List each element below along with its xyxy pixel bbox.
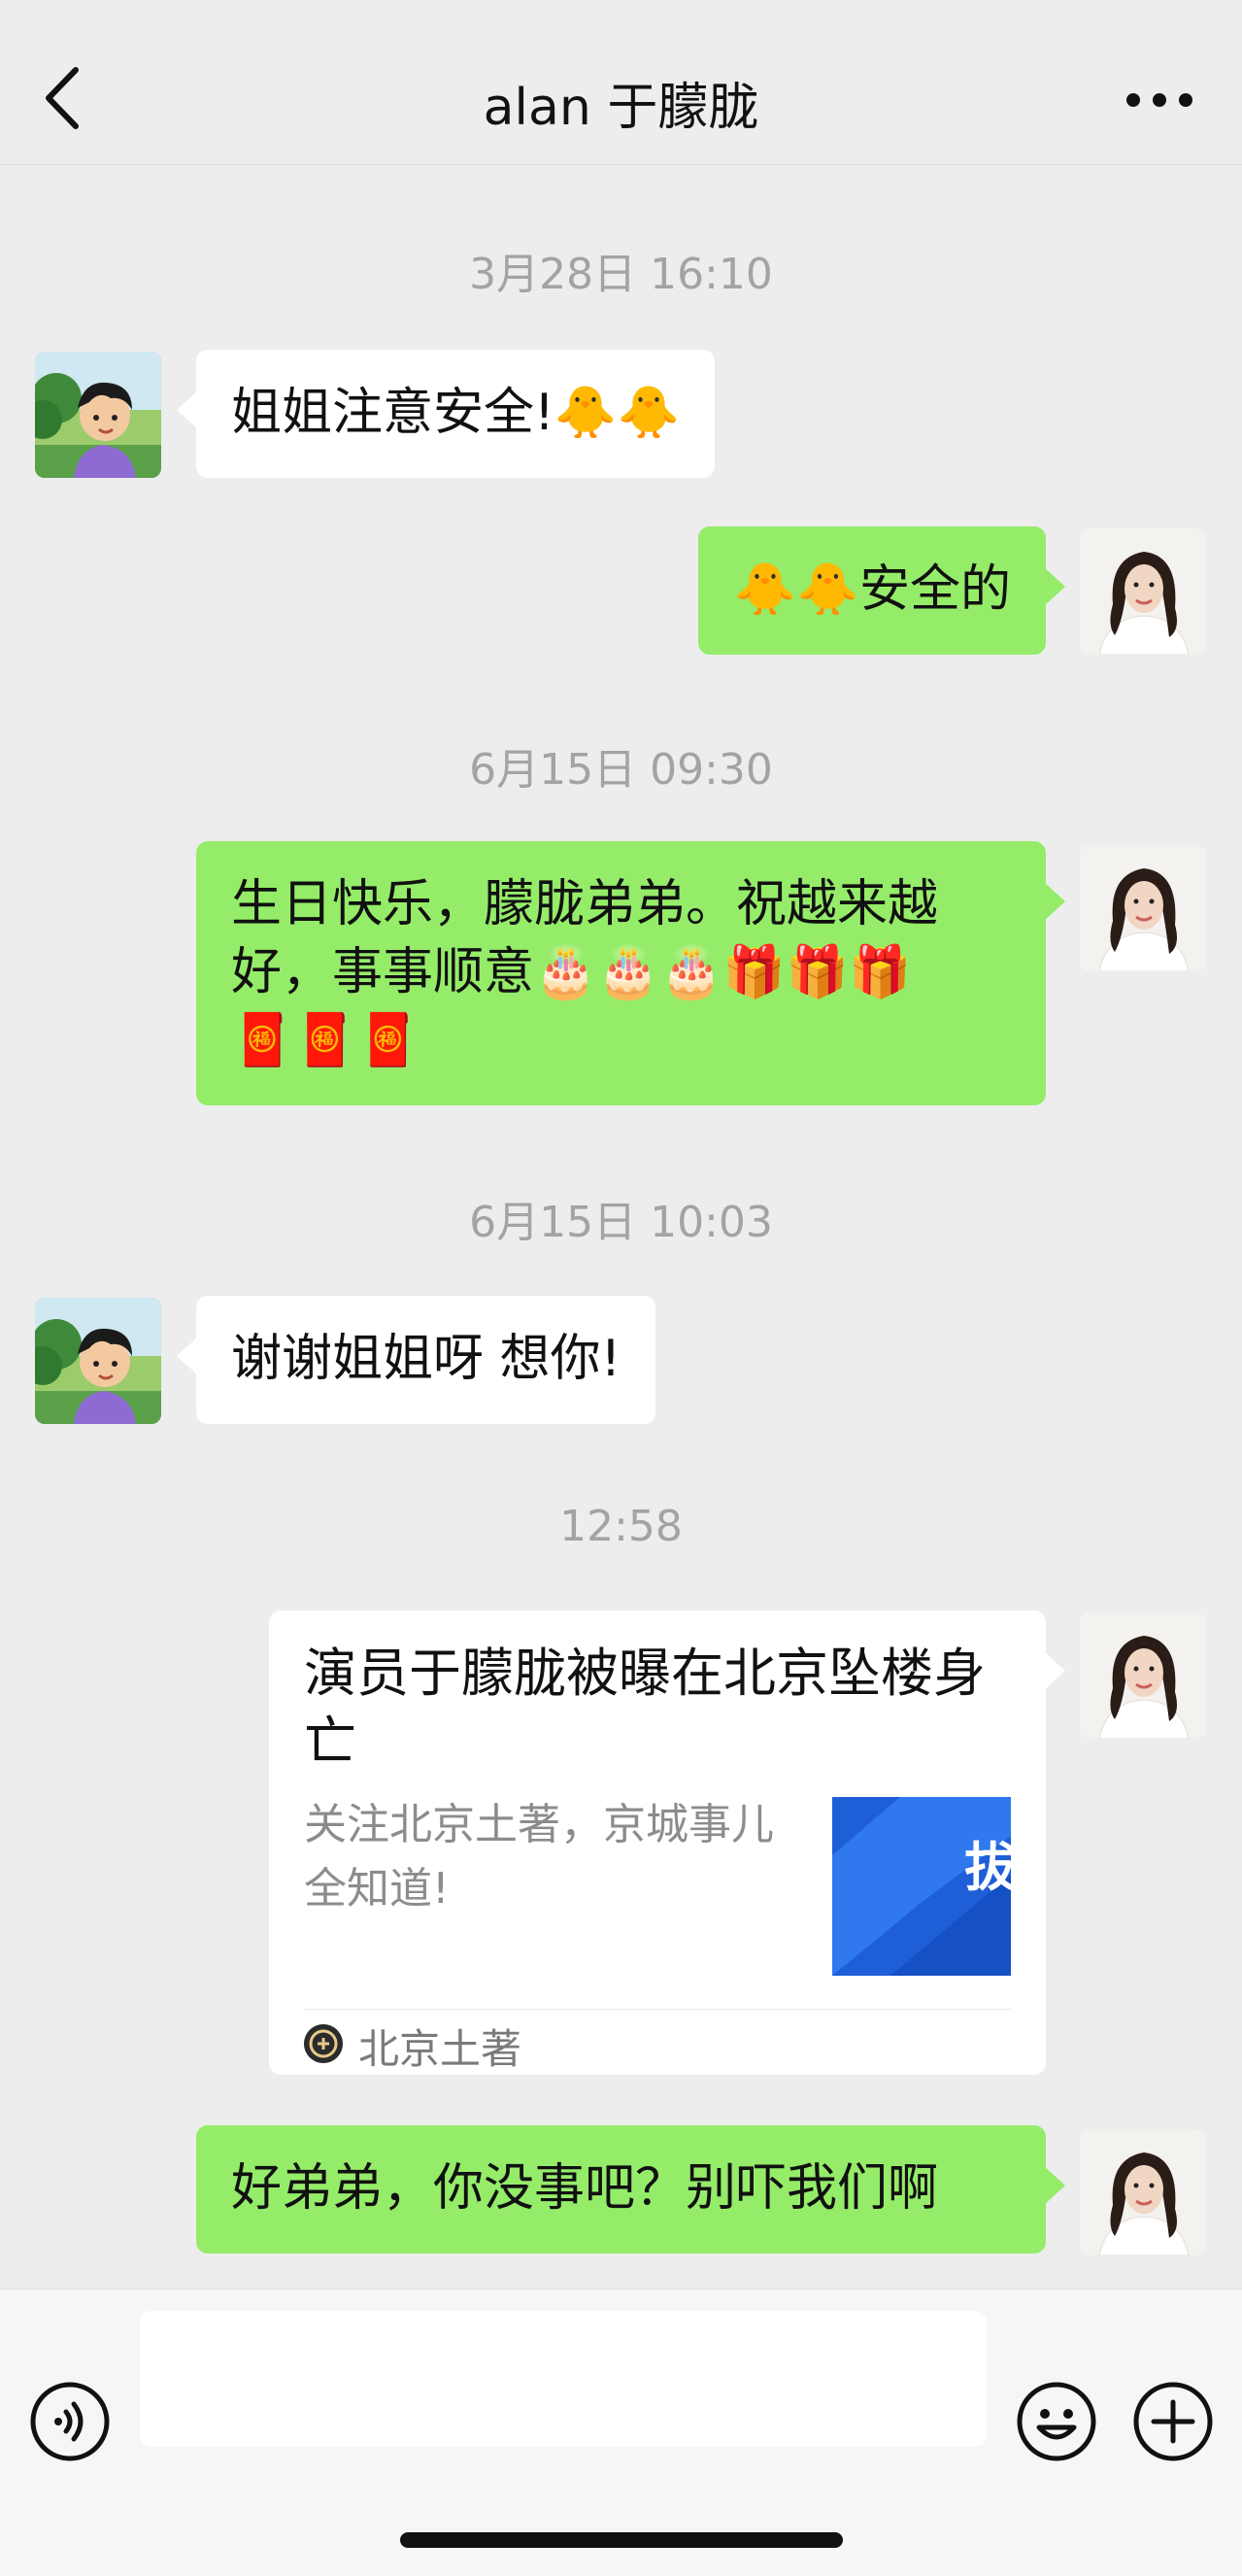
divider — [304, 2009, 1011, 2010]
message-bubble-sent[interactable]: 生日快乐，朦胧弟弟。祝越来越 好，事事顺意🎂🎂🎂🎁🎁🎁 🧧🧧🧧 — [196, 841, 1065, 1105]
article-card[interactable]: 演员于朦胧被曝在北京坠楼身亡 关注北京土著，京城事儿全知道! 拔 北京土著 — [269, 1610, 1065, 2075]
my-avatar[interactable] — [1080, 2129, 1206, 2255]
message-text: 好弟弟，你没事吧？别吓我们啊 — [231, 2159, 939, 2218]
my-avatar[interactable] — [1080, 528, 1206, 655]
plus-icon[interactable] — [1132, 2381, 1214, 2462]
message-text: 谢谢姐姐呀 想你! — [231, 1330, 621, 1388]
contact-avatar[interactable] — [35, 1298, 161, 1424]
emoji: 🎂🎂🎂🎁🎁🎁 — [534, 943, 912, 1001]
timestamp: 3月28日 16:10 — [469, 250, 773, 299]
emoji: 🧧🧧🧧 — [231, 1011, 420, 1069]
message-text: 姐姐注意安全! — [231, 384, 554, 442]
my-avatar[interactable] — [1080, 1612, 1206, 1739]
article-title: 演员于朦胧被曝在北京坠楼身亡 — [304, 1643, 986, 1772]
source-logo-icon — [304, 2024, 343, 2063]
article-description: 关注北京土著，京城事儿全知道! — [304, 1800, 774, 1914]
emoji: 🐥🐥 — [554, 384, 681, 442]
ellipsis-icon[interactable] — [1125, 92, 1193, 108]
my-avatar[interactable] — [1080, 845, 1206, 971]
contact-avatar[interactable] — [35, 352, 161, 478]
voice-icon[interactable] — [29, 2381, 111, 2462]
message-line: 好，事事顺意🎂🎂🎂🎁🎁🎁 — [231, 938, 1011, 1006]
thumbnail-text: 拔 — [964, 1837, 1011, 1898]
message-text: 好，事事顺意 — [231, 943, 535, 1001]
article-thumbnail: 拔 — [832, 1797, 1011, 1976]
message-bubble-received[interactable]: 谢谢姐姐呀 想你! — [176, 1296, 656, 1424]
message-bubble-sent[interactable]: 好弟弟，你没事吧？别吓我们啊 — [196, 2125, 1065, 2254]
message-bubble-sent[interactable]: 🐥🐥安全的 — [698, 526, 1065, 655]
message-text: 生日快乐，朦胧弟弟。祝越来越 — [231, 875, 939, 933]
timestamp: 6月15日 09:30 — [469, 745, 773, 795]
chat-title: alan 于朦胧 — [483, 79, 759, 137]
message-input[interactable] — [140, 2311, 987, 2447]
message-bubble-received[interactable]: 姐姐注意安全!🐥🐥 — [176, 350, 716, 478]
nav-bar: alan 于朦胧 — [0, 0, 1242, 165]
emoji: 🐥🐥 — [733, 560, 859, 619]
home-indicator — [400, 2532, 843, 2548]
message-text: 安全的 — [858, 560, 1011, 619]
timestamp: 12:58 — [559, 1502, 683, 1551]
article-source: 北京土著 — [358, 2025, 522, 2073]
emoji-icon[interactable] — [1016, 2381, 1097, 2462]
input-bar — [0, 2288, 1242, 2576]
timestamp: 6月15日 10:03 — [469, 1198, 773, 1247]
chat-screen: alan 于朦胧 3月28日 16:10 姐姐注意安全!🐥🐥 🐥🐥安全的 6月1… — [0, 0, 1242, 2576]
